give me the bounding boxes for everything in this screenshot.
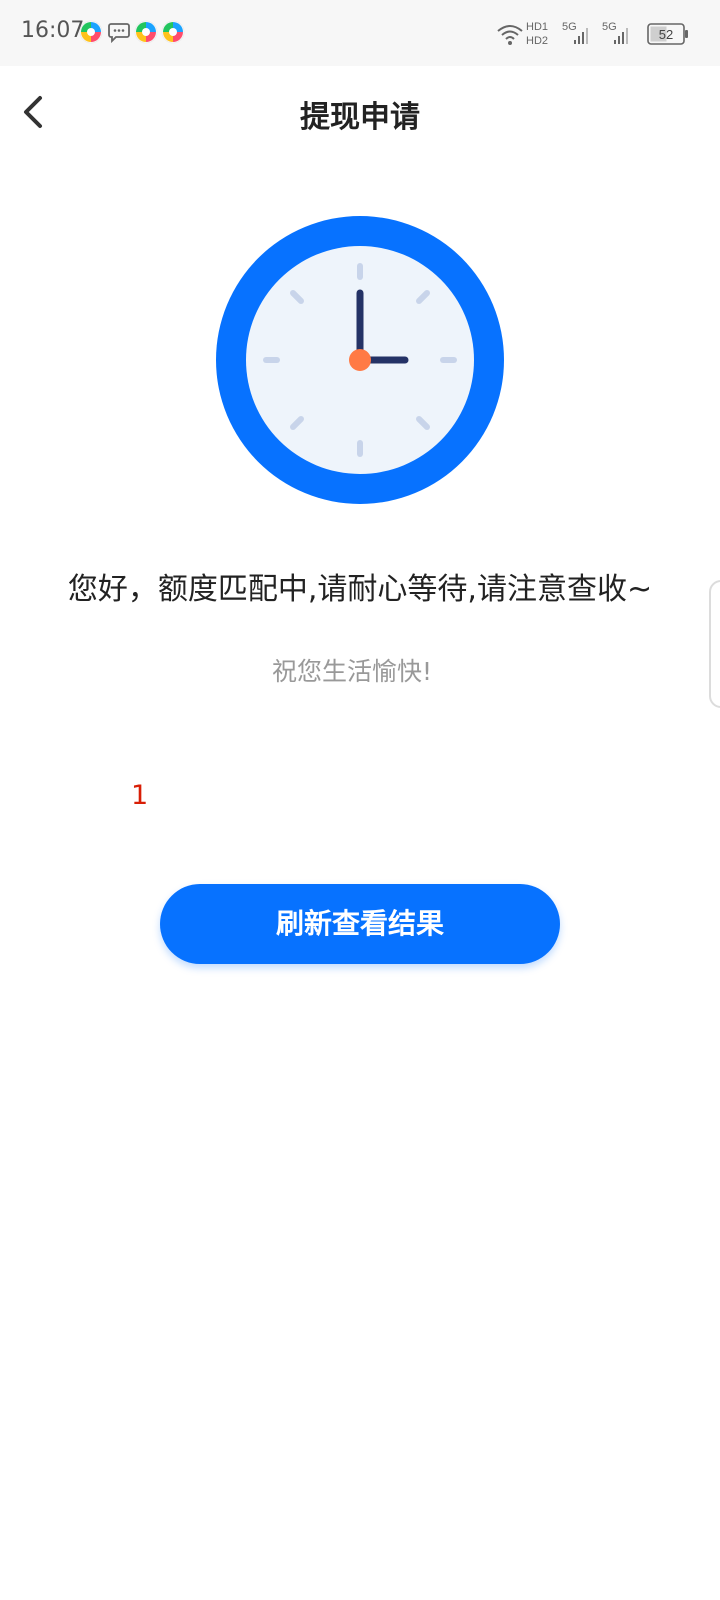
app-colorful-icon — [134, 20, 158, 44]
sim1-type: 5G — [562, 21, 577, 33]
status-indicators: HD1 HD2 5G 5G 52 — [497, 21, 688, 47]
message-bubble-icon — [108, 23, 130, 44]
clock-icon — [216, 216, 504, 504]
clock-center — [349, 349, 371, 371]
wifi-icon — [497, 25, 523, 45]
battery-level: 52 — [659, 27, 673, 42]
page-title: 提现申请 — [300, 100, 420, 135]
edge-handle[interactable] — [709, 580, 720, 708]
battery-icon: 52 — [647, 23, 688, 45]
sim2-type: 5G — [602, 21, 617, 33]
wish-message: 祝您生活愉快! — [271, 657, 433, 686]
status-bar: 16:07 HD1 HD2 5G 5G 52 — [0, 0, 720, 66]
hd2-label: HD2 — [526, 35, 548, 47]
hd1-label: HD1 — [526, 21, 548, 33]
app-colorful-icon — [79, 20, 103, 44]
count-label: 1 — [131, 780, 149, 811]
status-message: 您好，额度匹配中,请耐心等待,请注意查收~ — [67, 572, 653, 607]
refresh-button[interactable]: 刷新查看结果 — [160, 884, 560, 964]
status-time: 16:07 — [21, 18, 85, 43]
nav-bar: 提现申请 — [0, 66, 720, 158]
app-colorful-icon — [161, 20, 185, 44]
